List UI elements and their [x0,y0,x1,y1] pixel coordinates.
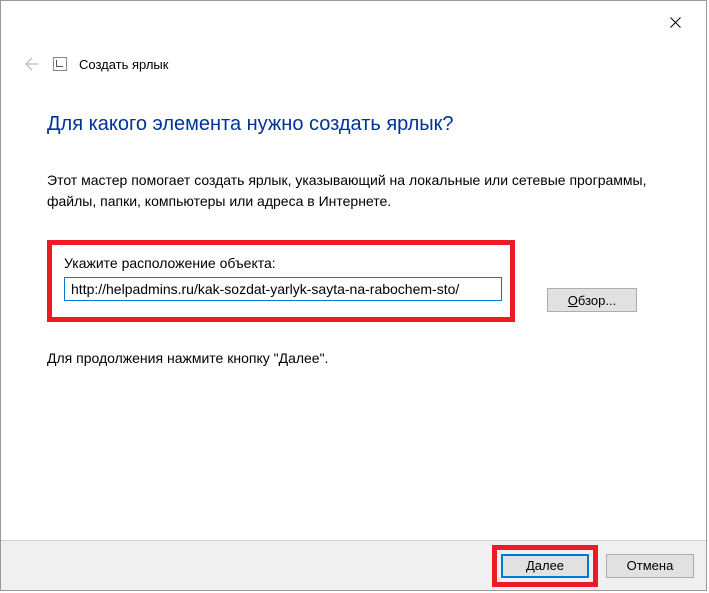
location-input[interactable] [64,277,502,301]
shortcut-icon [53,57,67,71]
dialog-title: Создать ярлык [79,57,168,72]
input-highlight-box: Укажите расположение объекта: [47,240,515,322]
next-label-rest: алее [535,558,564,573]
back-button [19,53,41,75]
page-heading: Для какого элемента нужно создать ярлык? [47,113,660,136]
close-icon [670,17,681,28]
next-highlight-box: Далее [492,545,598,587]
titlebar [1,1,706,33]
input-browse-row: Укажите расположение объекта: Обзор... [47,240,660,328]
browse-label-rest: бзор... [578,293,616,308]
create-shortcut-dialog: Создать ярлык Для какого элемента нужно … [0,0,707,591]
close-button[interactable] [652,7,698,37]
dialog-footer: Далее Отмена [1,540,706,590]
browse-button[interactable]: Обзор... [547,288,637,312]
continue-instruction: Для продолжения нажмите кнопку "Далее". [47,350,660,366]
description-text: Этот мастер помогает создать ярлык, указ… [47,170,660,212]
header-row: Создать ярлык [1,33,706,75]
back-arrow-icon [21,55,39,73]
cancel-button[interactable]: Отмена [606,554,694,578]
location-label: Укажите расположение объекта: [64,255,498,271]
content-area: Для какого элемента нужно создать ярлык?… [1,75,706,366]
next-button[interactable]: Далее [501,554,589,578]
